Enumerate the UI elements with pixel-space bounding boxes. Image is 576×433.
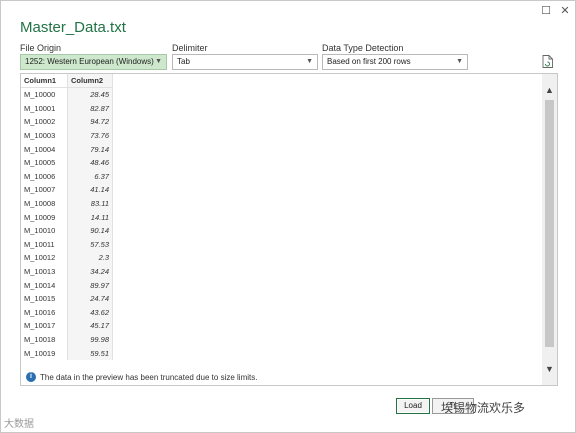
cell-column1: M_10018: [21, 332, 68, 347]
scroll-down-icon[interactable]: ▼: [542, 362, 557, 376]
cell-column1: M_10000: [21, 87, 68, 102]
cell-column2: 90.14: [67, 223, 113, 238]
cell-column2: 2.3: [67, 251, 113, 265]
cell-column1: M_10017: [21, 319, 68, 333]
overlay-caption: 埃锡物流欢乐多: [441, 401, 526, 415]
cell-column2: 79.14: [67, 142, 113, 156]
cell-column1: M_10003: [21, 128, 68, 143]
cell-column1: M_10013: [21, 264, 68, 279]
table-row: M_10009 14.11: [21, 210, 113, 224]
cell-column1: M_10011: [21, 237, 68, 252]
info-icon: i: [26, 372, 36, 382]
table-row: M_10000 28.45: [21, 87, 113, 102]
detection-label: Data Type Detection: [322, 43, 404, 53]
vertical-scrollbar[interactable]: ▲ ▼: [542, 74, 557, 385]
table-row: M_10002 94.72: [21, 115, 113, 129]
cell-column2: 24.74: [67, 291, 113, 306]
table-row: M_10005 48.46: [21, 155, 113, 170]
cell-column1: M_10007: [21, 183, 68, 197]
file-origin-label: File Origin: [20, 43, 62, 53]
cell-column1: M_10012: [21, 251, 68, 265]
watermark: 大数据: [4, 419, 34, 430]
detection-dropdown[interactable]: Based on first 200 rows ▼: [322, 54, 468, 70]
chevron-down-icon: ▼: [456, 58, 463, 65]
column-header[interactable]: Column2: [67, 74, 113, 88]
maximize-icon[interactable]: ☐: [539, 4, 553, 18]
cell-column1: M_10015: [21, 291, 68, 306]
delimiter-value: Tab: [177, 57, 190, 66]
cell-column2: 34.24: [67, 264, 113, 279]
cell-column1: M_10001: [21, 101, 68, 116]
scrollbar-thumb[interactable]: [545, 100, 554, 347]
cell-column2: 89.97: [67, 278, 113, 292]
cell-column1: M_10019: [21, 346, 68, 360]
preview-table: Column1 Column2 M_10000 28.45 M_10001 82.87…: [21, 74, 113, 360]
cell-column2: 83.11: [67, 196, 113, 211]
cell-column2: 45.17: [67, 319, 113, 333]
truncation-text: The data in the preview has been truncat…: [40, 372, 258, 382]
table-row: M_10008 83.11: [21, 196, 113, 211]
table-row: M_10015 24.74: [21, 291, 113, 306]
delimiter-dropdown[interactable]: Tab ▼: [172, 54, 318, 70]
cell-column1: M_10014: [21, 278, 68, 292]
detection-value: Based on first 200 rows: [327, 57, 411, 66]
cell-column2: 82.87: [67, 101, 113, 116]
file-origin-value: 1252: Western European (Windows): [25, 57, 154, 66]
table-row: M_10012 2.3: [21, 251, 113, 265]
close-icon[interactable]: ✕: [558, 4, 572, 18]
cell-column2: 94.72: [67, 115, 113, 129]
cell-column1: M_10006: [21, 169, 68, 184]
cell-column2: 14.11: [67, 210, 113, 224]
truncation-notice: i The data in the preview has been trunc…: [26, 372, 257, 382]
cell-column2: 41.14: [67, 183, 113, 197]
chevron-down-icon: ▼: [306, 58, 313, 65]
cell-column1: M_10016: [21, 305, 68, 320]
table-row: M_10006 6.37: [21, 169, 113, 184]
delimiter-label: Delimiter: [172, 43, 208, 53]
cell-column1: M_10002: [21, 115, 68, 129]
table-row: M_10010 90.14: [21, 223, 113, 238]
cell-column1: M_10010: [21, 223, 68, 238]
table-row: M_10018 99.98: [21, 332, 113, 347]
cell-column2: 73.76: [67, 128, 113, 143]
cell-column1: M_10009: [21, 210, 68, 224]
load-button[interactable]: Load: [396, 398, 430, 414]
table-row: M_10004 79.14: [21, 142, 113, 156]
file-origin-dropdown[interactable]: 1252: Western European (Windows) ▼: [20, 54, 167, 70]
column-header[interactable]: Column1: [21, 74, 68, 88]
data-preview: Column1 Column2 M_10000 28.45 M_10001 82.87…: [20, 73, 558, 386]
cell-column2: 43.62: [67, 305, 113, 320]
table-row: M_10011 57.53: [21, 237, 113, 252]
cell-column2: 48.46: [67, 155, 113, 170]
table-row: M_10001 82.87: [21, 101, 113, 116]
cell-column1: M_10008: [21, 196, 68, 211]
scroll-up-icon[interactable]: ▲: [542, 83, 557, 97]
table-row: M_10007 41.14: [21, 183, 113, 197]
dialog-title: Master_Data.txt: [20, 19, 126, 36]
table-header-row: Column1 Column2: [21, 74, 113, 88]
table-row: M_10013 34.24: [21, 264, 113, 279]
cell-column2: 99.98: [67, 332, 113, 347]
table-row: M_10017 45.17: [21, 319, 113, 333]
cell-column1: M_10004: [21, 142, 68, 156]
table-row: M_10016 43.62: [21, 305, 113, 320]
cell-column1: M_10005: [21, 155, 68, 170]
table-row: M_10003 73.76: [21, 128, 113, 143]
cell-column2: 6.37: [67, 169, 113, 184]
cell-column2: 59.51: [67, 346, 113, 360]
dialog-window: ☐ ✕ Master_Data.txt File Origin 1252: We…: [0, 0, 576, 433]
refresh-file-icon[interactable]: [542, 55, 553, 68]
cell-column2: 57.53: [67, 237, 113, 252]
table-row: M_10014 89.97: [21, 278, 113, 292]
table-row: M_10019 59.51: [21, 346, 113, 360]
cell-column2: 28.45: [67, 87, 113, 102]
chevron-down-icon: ▼: [155, 58, 162, 65]
